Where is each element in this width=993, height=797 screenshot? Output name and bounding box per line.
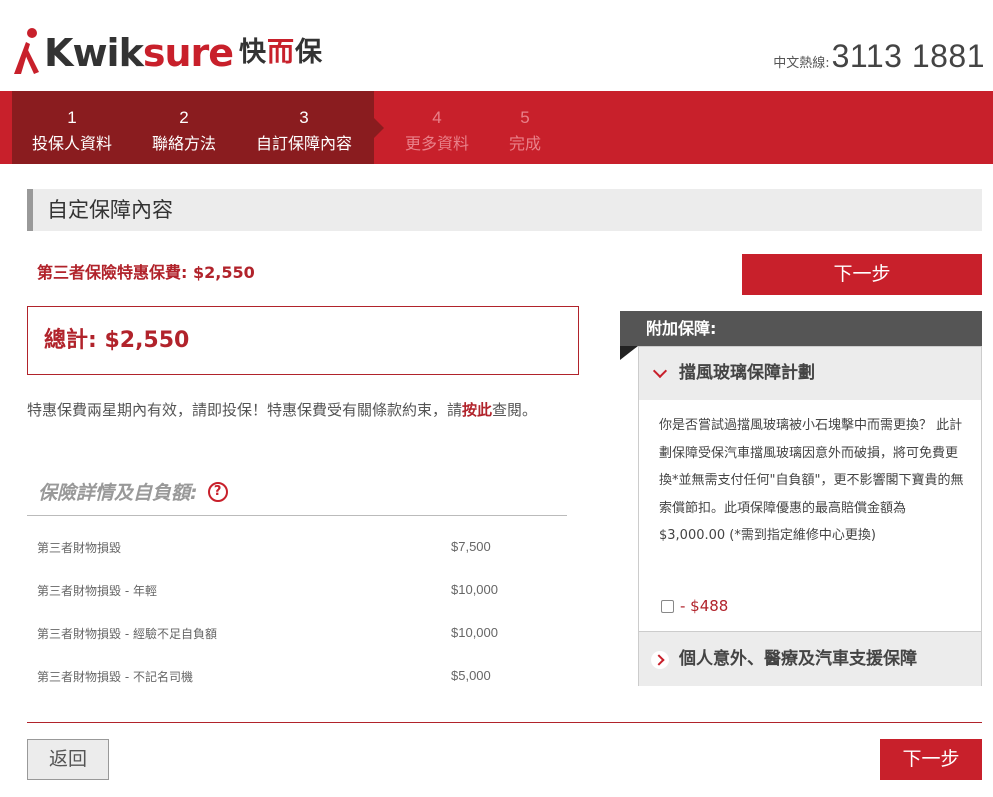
current-step-arrow-icon — [374, 118, 384, 138]
deductible-value: $5,000 — [451, 668, 491, 683]
windscreen-plan-description: 你是否嘗試過擋風玻璃被小石塊擊中而需更換？ 此計劃保障受保汽車擋風玻璃因意外而破… — [659, 418, 964, 543]
step-number: 5 — [520, 108, 530, 127]
windscreen-plan-title: 擋風玻璃保障計劃 — [679, 363, 815, 383]
total-amount: 總計: $2,550 — [27, 306, 579, 375]
deductible-value: $10,000 — [451, 582, 498, 597]
step-label: 更多資料 — [404, 134, 469, 153]
step-3[interactable]: 3 自訂保障內容 — [254, 105, 354, 157]
windscreen-plan-toggle[interactable]: 擋風玻璃保障計劃 — [639, 347, 981, 400]
logo-wordmark: Kwiksure — [44, 28, 234, 78]
addon-header: 附加保障: — [620, 311, 982, 346]
ribbon-fold — [620, 346, 638, 360]
back-button[interactable]: 返回 — [27, 739, 109, 780]
progress-stepper: 1 投保人資料 2 聯絡方法 3 自訂保障內容 4 更多資料 5 完成 — [0, 91, 993, 164]
step-2[interactable]: 2 聯絡方法 — [148, 105, 220, 157]
step-label: 自訂保障內容 — [255, 134, 352, 153]
logo-cn-char-1: 快 — [239, 37, 268, 68]
details-heading: 保險詳情及自負額: ? — [38, 478, 228, 505]
logo-cn-char-2: 而 — [267, 37, 296, 68]
windscreen-checkbox[interactable] — [661, 599, 674, 613]
deductible-label: 第三者財物損毀 - 經驗不足自負額 — [37, 627, 217, 641]
addon-panel: 擋風玻璃保障計劃 你是否嘗試過擋風玻璃被小石塊擊中而需更換？ 此計劃保障受保汽車… — [638, 346, 982, 686]
divider — [27, 515, 567, 516]
hotline-number[interactable]: 3113 1881 — [832, 38, 985, 75]
special-premium-text: 第三者保險特惠保費: $2,550 — [37, 263, 255, 282]
terms-link[interactable]: 按此 — [462, 401, 492, 419]
logo-chinese: 快而保 — [239, 28, 323, 78]
deductible-row: 第三者財物損毀 - 年輕 $10,000 — [37, 582, 567, 625]
hotline: 中文熱線: 3113 1881 — [773, 38, 985, 75]
step-4: 4 更多資料 — [402, 105, 472, 157]
site-header: Kwiksure 快而保 中文熱線: 3113 1881 — [0, 0, 993, 91]
step-number: 1 — [67, 108, 77, 127]
logo-cn-char-3: 保 — [295, 37, 324, 68]
next-button-top[interactable]: 下一步 — [742, 254, 982, 295]
deductible-row: 第三者財物損毀 $7,500 — [37, 539, 567, 582]
chevron-down-icon — [652, 363, 668, 379]
step-5: 5 完成 — [505, 105, 545, 157]
validity-text: 特惠保費兩星期內有效，請即投保！特惠保費受有關條款約束，請 — [27, 401, 463, 419]
step-1[interactable]: 1 投保人資料 — [32, 105, 112, 157]
divider — [27, 722, 982, 723]
deductible-label: 第三者財物損毀 - 不記名司機 — [37, 670, 193, 684]
next-button-bottom[interactable]: 下一步 — [880, 739, 982, 780]
deductible-label: 第三者財物損毀 — [37, 541, 122, 555]
step-number: 2 — [179, 108, 189, 127]
step-label: 投保人資料 — [32, 134, 113, 153]
validity-text-end: 查閱。 — [492, 401, 538, 419]
personal-accident-toggle[interactable]: 個人意外、醫療及汽車支援保障 — [639, 631, 981, 686]
validity-notice: 特惠保費兩星期內有效，請即投保！特惠保費受有關條款約束，請按此查閱。 — [27, 396, 577, 424]
deductible-label: 第三者財物損毀 - 年輕 — [37, 584, 157, 598]
kwiksure-logo[interactable]: Kwiksure 快而保 — [12, 18, 323, 78]
windscreen-price: - $488 — [680, 597, 729, 615]
hotline-label: 中文熱線: — [773, 56, 830, 71]
personal-accident-title: 個人意外、醫療及汽車支援保障 — [679, 649, 917, 669]
logo-wordmark-dark: Kwik — [44, 31, 144, 75]
deductible-value: $10,000 — [451, 625, 498, 640]
help-icon[interactable]: ? — [207, 481, 228, 502]
deductible-row: 第三者財物損毀 - 經驗不足自負額 $10,000 — [37, 625, 567, 668]
step-label: 完成 — [508, 134, 541, 153]
logo-wordmark-red: sure — [142, 31, 234, 75]
details-heading-text: 保險詳情及自負額: — [38, 482, 198, 504]
deductible-row: 第三者財物損毀 - 不記名司機 $5,000 — [37, 668, 567, 711]
page-title: 自定保障內容 — [27, 189, 982, 231]
step-label: 聯絡方法 — [151, 134, 216, 153]
chevron-right-icon — [651, 651, 669, 669]
deductible-value: $7,500 — [451, 539, 491, 554]
windscreen-plan-option[interactable]: - $488 — [661, 597, 728, 615]
logo-figure-icon — [12, 24, 42, 78]
step-number: 3 — [299, 108, 309, 127]
step-number: 4 — [432, 108, 442, 127]
